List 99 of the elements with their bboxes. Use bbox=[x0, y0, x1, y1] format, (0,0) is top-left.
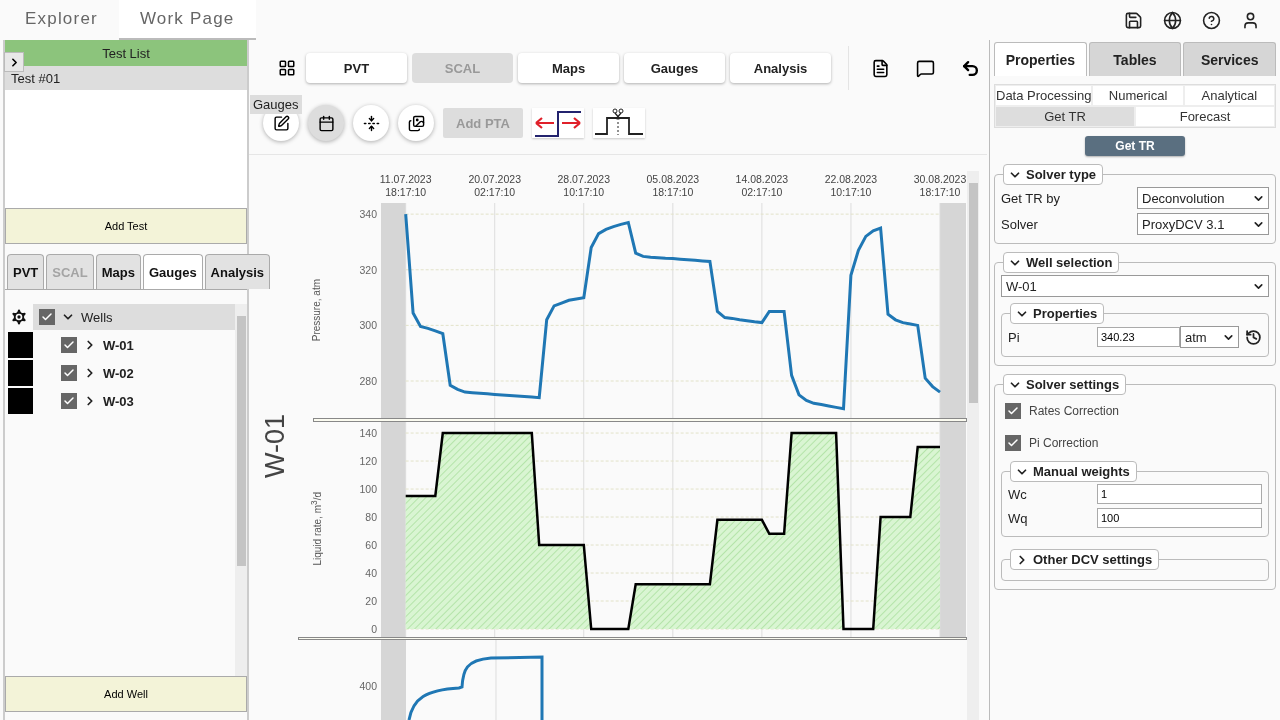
save-icon[interactable] bbox=[1124, 10, 1143, 30]
subtab[interactable]: Data Processing bbox=[995, 85, 1093, 106]
check-icon bbox=[63, 367, 75, 379]
dropdown[interactable]: atm bbox=[1180, 326, 1239, 348]
checkbox-label: Pi Correction bbox=[1029, 436, 1099, 450]
check-icon bbox=[63, 339, 75, 351]
checkbox[interactable] bbox=[39, 309, 55, 325]
subtab[interactable]: Analytical bbox=[1183, 85, 1275, 106]
section-toggle[interactable]: Manual weights bbox=[1010, 461, 1137, 482]
check-icon bbox=[41, 311, 53, 323]
axis-tick-label: 340 bbox=[359, 208, 377, 221]
well-title: W-01 bbox=[259, 414, 291, 479]
axis-tick-label: 20.07.2023 02:17:10 bbox=[467, 173, 522, 199]
axis-tick-label: 60 bbox=[365, 538, 377, 551]
axis-tick-label: 11.07.2023 18:17:10 bbox=[378, 173, 433, 199]
axis-tick-label: 40 bbox=[365, 566, 377, 579]
settings-icon[interactable] bbox=[9, 307, 29, 327]
add-test-button[interactable]: Add Test bbox=[5, 208, 247, 244]
dropdown[interactable]: W-01 bbox=[1001, 275, 1269, 297]
tab[interactable]: Properties bbox=[994, 42, 1087, 76]
checkbox[interactable] bbox=[1005, 403, 1021, 419]
axis-tick-label: 300 bbox=[359, 319, 377, 332]
dropdown[interactable]: Deconvolution bbox=[1137, 187, 1269, 209]
compress-icon[interactable] bbox=[353, 105, 389, 141]
history-icon[interactable] bbox=[1245, 328, 1262, 346]
axis-tick-label: 30.08.2023 18:17:10 bbox=[912, 173, 968, 199]
toolbar-tab[interactable]: Analysis bbox=[730, 53, 831, 83]
input-field[interactable]: 100 bbox=[1097, 508, 1262, 528]
subtab[interactable]: Numerical bbox=[1092, 85, 1184, 106]
axis-tick-label: 400 bbox=[359, 680, 377, 692]
tab[interactable]: Analysis bbox=[204, 254, 271, 289]
nav-tab[interactable]: Explorer bbox=[4, 0, 119, 40]
checkbox[interactable] bbox=[61, 393, 77, 409]
field-label: Wq bbox=[1008, 510, 1029, 526]
section-toggle[interactable]: Other DCV settings bbox=[1010, 549, 1160, 570]
tree-label[interactable]: W-02 bbox=[103, 365, 134, 381]
subtab[interactable]: Forecast bbox=[1135, 106, 1275, 127]
tab[interactable]: Gauges bbox=[142, 254, 203, 289]
shift-arrows-drawing bbox=[532, 108, 584, 138]
check-icon bbox=[63, 395, 75, 407]
tab[interactable]: Maps bbox=[95, 254, 141, 289]
axis-tick-label: 14.08.2023 02:17:10 bbox=[734, 173, 790, 199]
tree-label: Wells bbox=[81, 309, 113, 325]
field-label: Get TR by bbox=[1001, 190, 1061, 206]
cut-button[interactable] bbox=[593, 108, 645, 138]
axis-tick-label: 28.07.2023 10:17:10 bbox=[556, 173, 612, 199]
input-field[interactable]: 1 bbox=[1097, 484, 1262, 504]
tab[interactable]: Services bbox=[1183, 42, 1276, 76]
section-toggle[interactable]: Properties bbox=[1010, 303, 1105, 324]
axis-tick-label: 80 bbox=[365, 510, 377, 523]
scrollbar[interactable] bbox=[967, 171, 979, 720]
field-label: Wc bbox=[1008, 486, 1028, 502]
toolbar-tab[interactable]: Maps bbox=[518, 53, 619, 83]
add-well-button[interactable]: Add Well bbox=[5, 676, 247, 712]
shift-button[interactable] bbox=[532, 108, 584, 138]
nav-tab[interactable]: Work Page bbox=[118, 0, 256, 40]
get-tr-button[interactable]: Get TR bbox=[1085, 136, 1185, 156]
toolbar-tab[interactable]: PVT bbox=[306, 53, 407, 83]
tree-label[interactable]: W-01 bbox=[103, 337, 134, 353]
section-toggle[interactable]: Well selection bbox=[1003, 252, 1120, 273]
check-icon bbox=[1007, 405, 1019, 417]
section-toggle[interactable]: Solver type bbox=[1003, 164, 1104, 185]
globe-icon[interactable] bbox=[1163, 10, 1182, 30]
tab[interactable]: Tables bbox=[1088, 42, 1182, 76]
tree-root-row[interactable]: Wells bbox=[33, 304, 235, 330]
axis-tick-label: 320 bbox=[359, 263, 377, 276]
cut-step-drawing bbox=[593, 108, 645, 138]
tab[interactable]: PVT bbox=[7, 254, 45, 289]
section-toggle[interactable]: Solver settings bbox=[1003, 374, 1127, 395]
expand-button[interactable] bbox=[4, 52, 24, 72]
test-item[interactable]: Test #01 bbox=[5, 66, 247, 90]
checkbox[interactable] bbox=[1005, 435, 1021, 451]
check-icon bbox=[1007, 437, 1019, 449]
axis-tick-label: 0 bbox=[371, 622, 377, 635]
dropdown[interactable]: ProxyDCV 3.1 bbox=[1137, 213, 1269, 235]
checkbox-label: Rates Correction bbox=[1029, 404, 1120, 418]
checkbox[interactable] bbox=[61, 337, 77, 353]
tree-label[interactable]: W-03 bbox=[103, 393, 134, 409]
input-field[interactable]: 340.23 bbox=[1097, 327, 1180, 347]
axis-tick-label: 280 bbox=[359, 375, 377, 387]
subtab[interactable]: Get TR bbox=[995, 106, 1135, 127]
tooltip: Gauges bbox=[250, 95, 302, 114]
axis-tick-label: 100 bbox=[359, 482, 377, 495]
field-label: Solver bbox=[1001, 216, 1039, 232]
axis-title: Pressure, atm bbox=[310, 279, 322, 342]
calendar-icon[interactable] bbox=[308, 105, 344, 141]
help-icon[interactable] bbox=[1202, 10, 1221, 30]
toolbar-tab[interactable]: Gauges bbox=[624, 53, 725, 83]
axis-tick-label: 140 bbox=[359, 426, 377, 439]
scrollbar[interactable] bbox=[235, 304, 247, 676]
axis-tick-label: 20 bbox=[365, 594, 377, 607]
axis-tick-label: 05.08.2023 18:17:10 bbox=[645, 173, 701, 199]
panel-header: Test List bbox=[5, 40, 247, 66]
axis-tick-label: 120 bbox=[359, 454, 377, 467]
field-label: Pi bbox=[1008, 329, 1021, 345]
axis-tick-label: 22.08.2023 10:17:10 bbox=[823, 173, 879, 199]
checkbox[interactable] bbox=[61, 365, 77, 381]
user-icon[interactable] bbox=[1241, 10, 1260, 30]
images-icon[interactable] bbox=[398, 105, 434, 141]
